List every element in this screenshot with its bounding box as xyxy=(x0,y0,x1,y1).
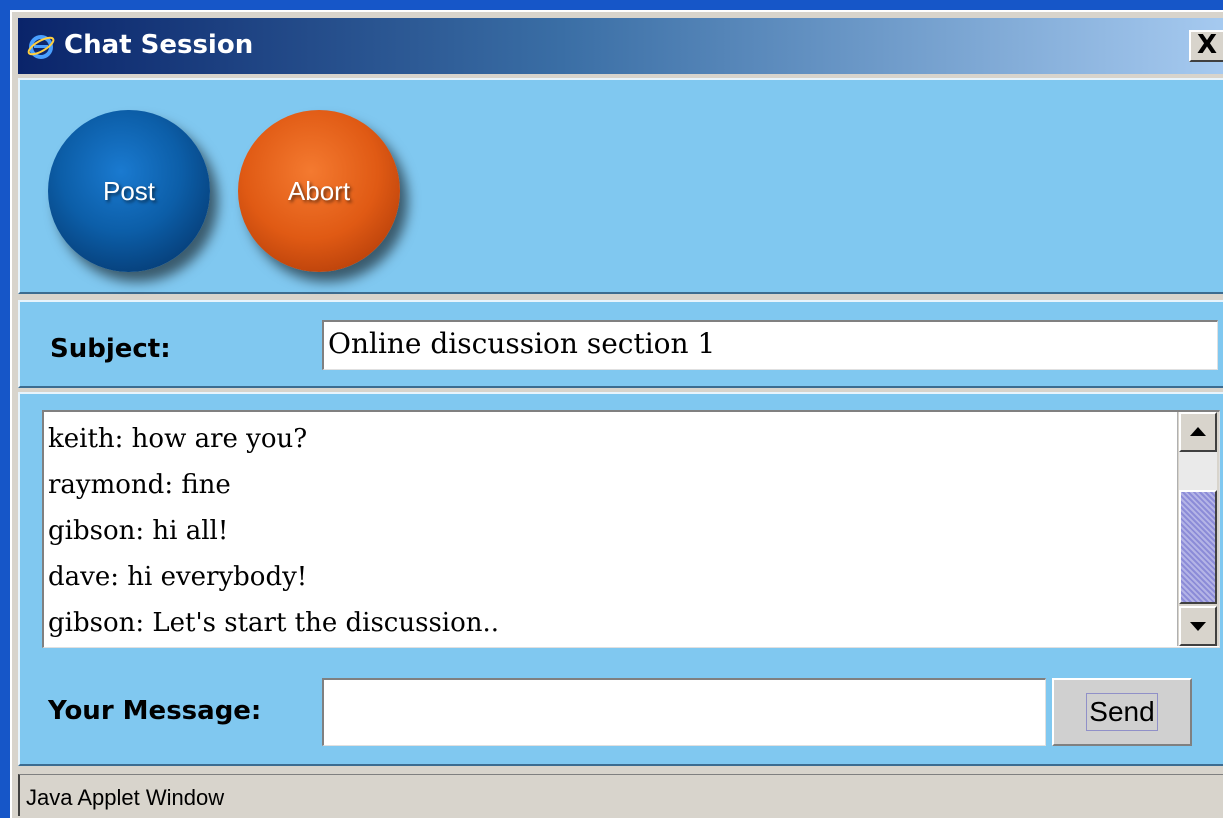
chat-transcript[interactable]: keith: how are you? raymond: fine gibson… xyxy=(42,410,1220,648)
status-text: Java Applet Window xyxy=(26,785,225,810)
chat-message: gibson: Let's start the discussion.. xyxy=(48,608,500,638)
post-button[interactable]: Post xyxy=(48,110,210,272)
send-button[interactable]: Send xyxy=(1052,678,1192,746)
triangle-up-icon xyxy=(1190,427,1206,436)
subject-label: Subject: xyxy=(50,334,171,364)
chat-message: dave: hi everybody! xyxy=(48,562,308,592)
action-panel: Post Abort xyxy=(18,78,1223,294)
abort-button[interactable]: Abort xyxy=(238,110,400,272)
message-input[interactable] xyxy=(322,678,1046,746)
chat-message: raymond: fine xyxy=(48,470,231,500)
chat-panel: keith: how are you? raymond: fine gibson… xyxy=(18,392,1223,766)
close-button[interactable]: X xyxy=(1189,30,1223,62)
message-label: Your Message: xyxy=(48,696,262,726)
chat-message: gibson: hi all! xyxy=(48,516,229,546)
chat-scrollbar[interactable] xyxy=(1177,412,1219,646)
scroll-up-button[interactable] xyxy=(1179,412,1217,452)
scroll-thumb[interactable] xyxy=(1179,490,1217,604)
abort-button-label: Abort xyxy=(287,175,351,206)
send-button-label: Send xyxy=(1086,693,1158,731)
scroll-track[interactable] xyxy=(1179,452,1217,490)
triangle-down-icon xyxy=(1190,622,1206,631)
chat-window: Chat Session X Post Abort Subject: Onlin… xyxy=(10,10,1223,818)
subject-panel: Subject: Online discussion section 1 xyxy=(18,300,1223,388)
status-bar: Java Applet Window xyxy=(18,774,1223,816)
title-bar[interactable]: Chat Session X xyxy=(18,18,1223,74)
close-icon: X xyxy=(1196,30,1218,60)
window-title: Chat Session xyxy=(64,30,254,60)
post-button-label: Post xyxy=(102,175,156,206)
chat-message-list: keith: how are you? raymond: fine gibson… xyxy=(48,416,1168,644)
chat-message: keith: how are you? xyxy=(48,424,308,454)
subject-field[interactable]: Online discussion section 1 xyxy=(322,320,1218,370)
ie-logo-icon xyxy=(27,35,55,59)
scroll-down-button[interactable] xyxy=(1179,606,1217,646)
